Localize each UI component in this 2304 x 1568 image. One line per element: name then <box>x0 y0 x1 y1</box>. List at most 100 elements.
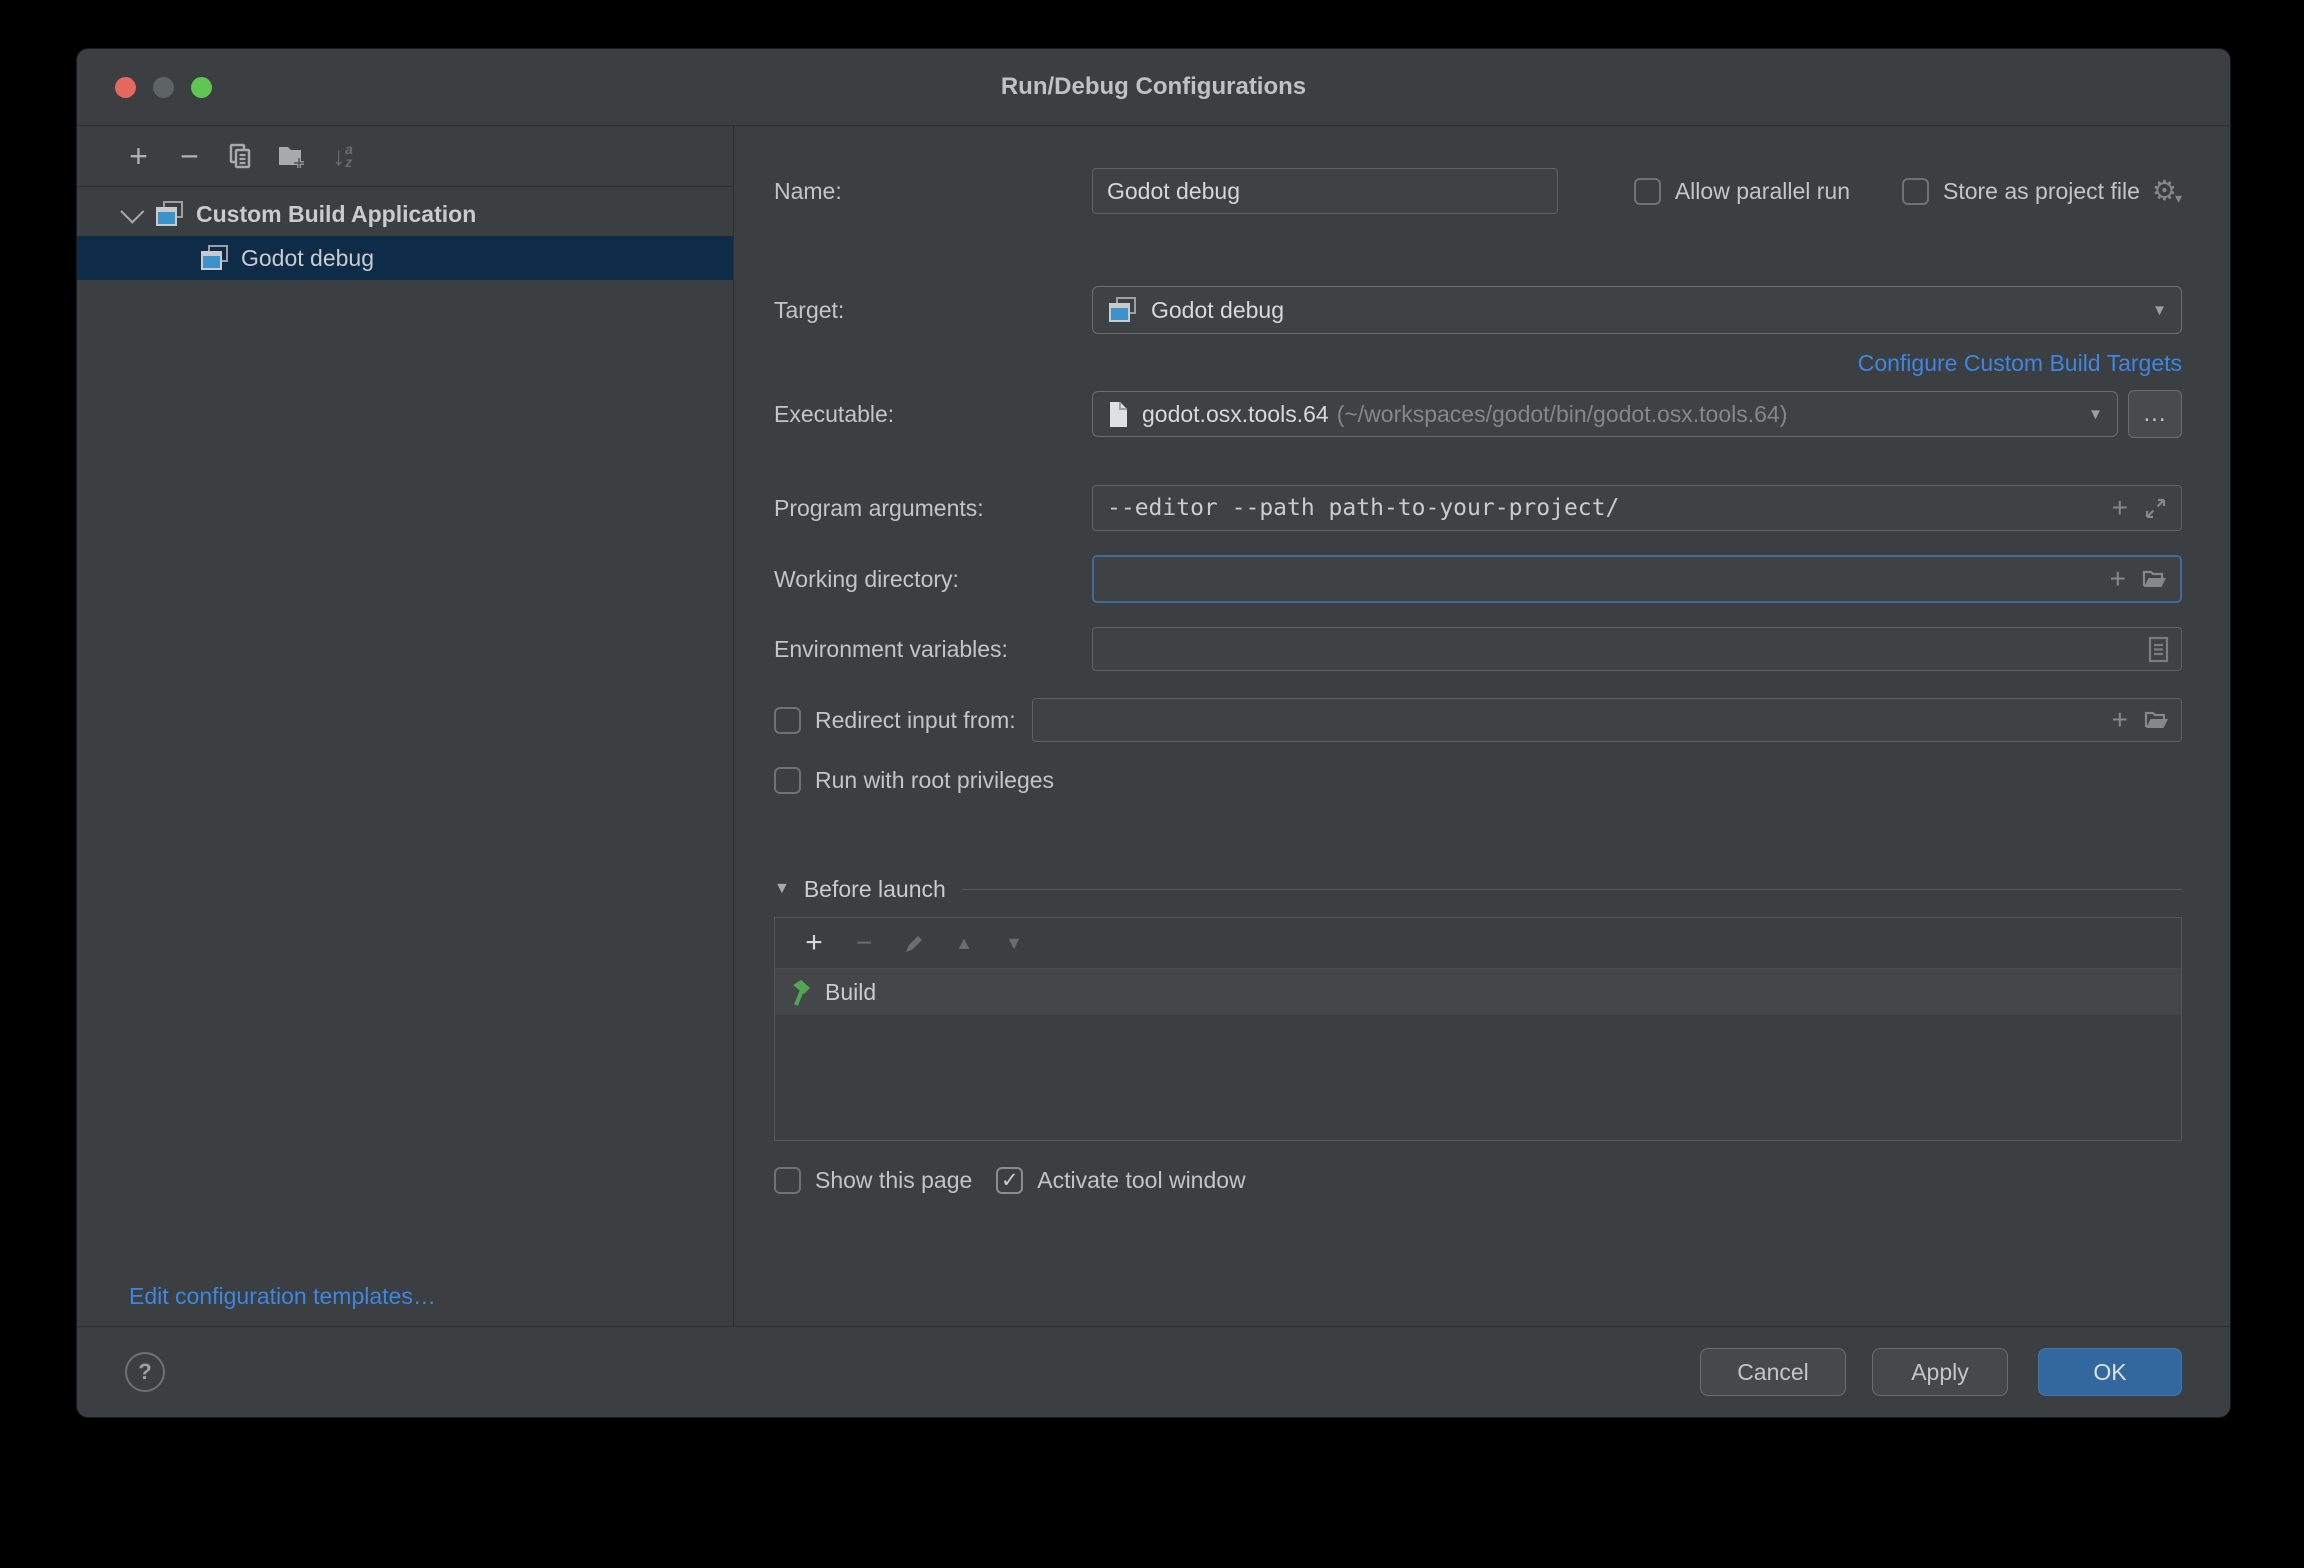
configure-custom-build-targets-link[interactable]: Configure Custom Build Targets <box>1858 350 2182 377</box>
move-task-down-button[interactable]: ▼ <box>989 923 1039 963</box>
sidebar-toolbar: + − <box>77 126 733 187</box>
dialog-title: Run/Debug Configurations <box>1001 73 1306 101</box>
open-folder-icon[interactable] <box>2142 569 2167 590</box>
minus-icon: − <box>856 927 872 959</box>
checkbox-box[interactable] <box>774 1167 801 1194</box>
traffic-lights <box>115 49 212 125</box>
configuration-form: Name: Godot debug Allow parallel run Sto… <box>734 126 2230 1326</box>
cancel-button[interactable]: Cancel <box>1700 1348 1846 1396</box>
executable-label: Executable: <box>774 401 1092 428</box>
triangle-up-icon: ▲ <box>955 933 973 954</box>
target-value: Godot debug <box>1151 297 1284 324</box>
tree-item-custom-build-application[interactable]: Custom Build Application <box>77 192 733 236</box>
allow-parallel-run-checkbox[interactable]: Allow parallel run <box>1634 178 1850 205</box>
divider <box>962 889 2182 890</box>
ok-button[interactable]: OK <box>2038 1348 2182 1396</box>
gear-icon: ⚙ <box>2152 177 2177 205</box>
help-button[interactable]: ? <box>125 1352 165 1392</box>
new-folder-button[interactable] <box>266 134 317 178</box>
plus-icon: + <box>129 140 148 172</box>
open-folder-icon[interactable] <box>2144 710 2169 731</box>
redirect-input-label: Redirect input from: <box>815 707 1016 734</box>
show-this-page-label: Show this page <box>815 1167 972 1194</box>
tree-item-godot-debug[interactable]: Godot debug <box>77 236 733 280</box>
checkbox-box[interactable] <box>774 767 801 794</box>
working-directory-input[interactable]: + <box>1092 555 2182 603</box>
browse-executable-button[interactable]: ... <box>2128 390 2182 438</box>
store-as-project-file-checkbox[interactable]: Store as project file <box>1902 178 2140 205</box>
file-icon <box>1107 401 1130 428</box>
tree-item-label: Godot debug <box>241 245 374 272</box>
before-launch-task-build[interactable]: Build <box>775 969 2181 1015</box>
add-macro-icon[interactable]: + <box>2110 565 2126 593</box>
remove-task-button[interactable]: − <box>839 923 889 963</box>
run-with-root-privileges-checkbox[interactable]: Run with root privileges <box>774 767 1054 794</box>
name-label: Name: <box>774 178 1092 205</box>
chevron-down-icon: ▼ <box>2088 406 2103 423</box>
checkbox-box[interactable] <box>1634 178 1661 205</box>
sort-az-icon: ↓ az <box>332 143 353 169</box>
edit-task-button[interactable] <box>889 923 939 963</box>
ellipsis-icon: ... <box>2143 400 2166 428</box>
name-input[interactable]: Godot debug <box>1092 168 1558 214</box>
edit-configuration-templates-link[interactable]: Edit configuration templates… <box>77 1283 733 1326</box>
working-directory-label: Working directory: <box>774 566 1092 593</box>
before-launch-title: Before launch <box>804 876 946 903</box>
variables-list-icon[interactable] <box>2148 636 2169 663</box>
checkbox-box[interactable]: ✓ <box>996 1167 1023 1194</box>
run-configuration-icon <box>199 244 229 272</box>
plus-icon: + <box>805 926 823 960</box>
configurations-tree: Custom Build Application Godot debug <box>77 187 733 280</box>
activate-tool-window-checkbox[interactable]: ✓ Activate tool window <box>996 1167 1245 1194</box>
add-task-button[interactable]: + <box>789 923 839 963</box>
sort-configurations-button[interactable]: ↓ az <box>317 134 368 178</box>
program-arguments-input[interactable]: --editor --path path-to-your-project/ + <box>1092 485 2182 531</box>
task-label: Build <box>825 979 876 1006</box>
checkbox-box[interactable] <box>1902 178 1929 205</box>
show-this-page-checkbox[interactable]: Show this page <box>774 1167 972 1194</box>
before-launch-panel: + − ▲ ▼ Build <box>774 917 2182 1141</box>
checkbox-box[interactable] <box>774 707 801 734</box>
run-configuration-icon <box>154 200 184 228</box>
name-value: Godot debug <box>1107 178 1240 205</box>
collapse-triangle-icon[interactable]: ▼ <box>774 880 790 898</box>
redirect-input-file-input[interactable]: + <box>1032 698 2182 742</box>
target-select[interactable]: Godot debug ▼ <box>1092 286 2182 334</box>
expand-icon[interactable] <box>2144 497 2167 520</box>
title-bar: Run/Debug Configurations <box>77 49 2230 126</box>
executable-file: godot.osx.tools.64 <box>1142 401 1329 428</box>
apply-button[interactable]: Apply <box>1872 1348 2008 1396</box>
move-task-up-button[interactable]: ▲ <box>939 923 989 963</box>
run-configuration-icon <box>1107 296 1137 324</box>
zoom-window-button[interactable] <box>191 77 212 98</box>
gear-caret-icon: ▾ <box>2175 191 2182 205</box>
before-launch-toolbar: + − ▲ ▼ <box>775 918 2181 969</box>
tree-item-label: Custom Build Application <box>196 201 476 228</box>
add-macro-icon[interactable]: + <box>2112 706 2128 734</box>
executable-select[interactable]: godot.osx.tools.64 (~/workspaces/godot/b… <box>1092 391 2118 437</box>
copy-configuration-button[interactable] <box>215 134 266 178</box>
remove-configuration-button[interactable]: − <box>164 134 215 178</box>
activate-tool-window-label: Activate tool window <box>1037 1167 1245 1194</box>
allow-parallel-run-label: Allow parallel run <box>1675 178 1850 205</box>
minus-icon: − <box>180 140 199 172</box>
check-icon: ✓ <box>1001 1168 1019 1193</box>
hammer-icon <box>787 978 815 1006</box>
minimize-window-button[interactable] <box>153 77 174 98</box>
add-configuration-button[interactable]: + <box>113 134 164 178</box>
copy-icon <box>227 143 254 170</box>
program-arguments-value: --editor --path path-to-your-project/ <box>1107 495 1619 521</box>
program-arguments-label: Program arguments: <box>774 495 1092 522</box>
environment-variables-input[interactable] <box>1092 627 2182 671</box>
pencil-icon <box>903 932 926 955</box>
store-options-gear-button[interactable]: ⚙ ▾ <box>2152 177 2182 205</box>
configurations-sidebar: + − <box>77 126 734 1326</box>
add-macro-icon[interactable]: + <box>2112 494 2128 522</box>
target-label: Target: <box>774 297 1092 324</box>
chevron-down-icon[interactable] <box>120 199 144 223</box>
redirect-input-checkbox[interactable]: Redirect input from: <box>774 707 1016 734</box>
new-folder-icon <box>277 143 307 170</box>
triangle-down-icon: ▼ <box>1005 933 1023 954</box>
dialog-footer: ? Cancel Apply OK <box>77 1326 2230 1417</box>
close-window-button[interactable] <box>115 77 136 98</box>
